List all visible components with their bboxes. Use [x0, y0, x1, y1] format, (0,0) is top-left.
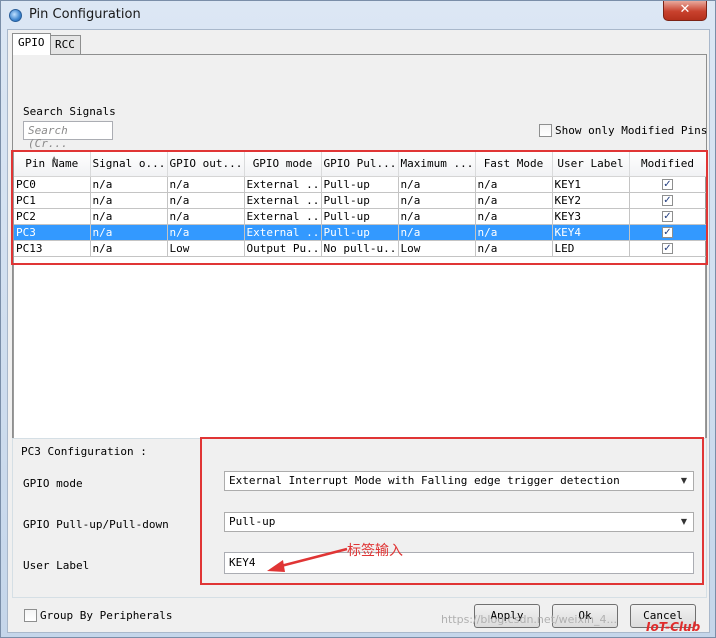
cell-gpio-mode: External ... [244, 192, 322, 209]
gpio-mode-label: GPIO mode [23, 477, 83, 490]
cell-gpio-pull: No pull-u... [321, 240, 399, 257]
cell-gpio-mode: Output Pu... [244, 240, 322, 257]
cell-signal: n/a [90, 240, 168, 257]
cell-gpio-output: Low [167, 240, 245, 257]
cell-gpio-pull: Pull-up [321, 176, 399, 193]
cell-fast-mode: n/a [475, 176, 553, 193]
app-icon [9, 9, 22, 22]
column-header-fast-mode[interactable]: Fast Mode [475, 152, 553, 177]
cell-gpio-output: n/a [167, 208, 245, 225]
cell-pin-name: PC3 [14, 224, 91, 241]
cell-pin-name: PC0 [14, 176, 91, 193]
title-bar[interactable]: Pin Configuration ✕ [1, 1, 715, 29]
cell-user-label: KEY3 [552, 208, 630, 225]
watermark: https://blog.csdn.net/weixin_4... [441, 613, 618, 626]
cell-gpio-pull: Pull-up [321, 224, 399, 241]
annotation-arrow-icon [267, 547, 348, 572]
pin-configuration-window: Pin Configuration ✕ GPIO RCC Search Sign… [0, 0, 716, 638]
cell-gpio-output: n/a [167, 176, 245, 193]
sort-ascending-icon: ▲ [52, 154, 57, 162]
cell-signal: n/a [90, 192, 168, 209]
show-only-modified-label: Show only Modified Pins [555, 124, 708, 137]
cell-gpio-mode: External ... [244, 176, 322, 193]
cell-fast-mode: n/a [475, 208, 553, 225]
column-header-maximum[interactable]: Maximum ... [398, 152, 476, 177]
search-input[interactable]: Search (Cr... [23, 121, 113, 150]
cell-gpio-pull: Pull-up [321, 192, 399, 209]
table-row[interactable]: PC2 n/a n/a External ... Pull-up n/a n/a… [14, 208, 707, 225]
pin-grid: ▲ Pin Name Signal o... GPIO out... GPIO m… [14, 152, 707, 257]
table-header-row: ▲ Pin Name Signal o... GPIO out... GPIO m… [14, 152, 707, 177]
gpio-tab-panel: Search Signals Search (Cr... Show only M… [11, 54, 708, 463]
column-header-gpio-output[interactable]: GPIO out... [167, 152, 245, 177]
tab-rcc[interactable]: RCC [49, 35, 81, 55]
cell-pin-name: PC1 [14, 192, 91, 209]
column-header-pin-name[interactable]: ▲ Pin Name [14, 152, 91, 177]
window-title: Pin Configuration [29, 7, 141, 22]
cell-user-label: KEY2 [552, 192, 630, 209]
column-header-signal[interactable]: Signal o... [90, 152, 168, 177]
cell-modified: ✓ [629, 224, 707, 241]
cell-maximum: Low [398, 240, 476, 257]
cell-maximum: n/a [398, 192, 476, 209]
table-row[interactable]: PC0 n/a n/a External ... Pull-up n/a n/a… [14, 176, 707, 193]
close-button[interactable]: ✕ [663, 1, 707, 21]
user-label-label: User Label [23, 559, 90, 572]
cell-maximum: n/a [398, 224, 476, 241]
gpio-pull-value: Pull-up [229, 515, 276, 528]
cell-user-label: LED [552, 240, 630, 257]
cell-gpio-pull: Pull-up [321, 208, 399, 225]
cell-fast-mode: n/a [475, 240, 553, 257]
cell-signal: n/a [90, 176, 168, 193]
cell-pin-name: PC2 [14, 208, 91, 225]
cell-maximum: n/a [398, 176, 476, 193]
cell-pin-name: PC13 [14, 240, 91, 257]
modified-checkbox[interactable]: ✓ [662, 211, 673, 222]
group-by-peripherals-label: Group By Peripherals [40, 609, 173, 622]
dialog-client-area: GPIO RCC Search Signals Search (Cr... Sh… [7, 29, 710, 633]
cell-maximum: n/a [398, 208, 476, 225]
modified-checkbox[interactable]: ✓ [662, 195, 673, 206]
modified-checkbox[interactable]: ✓ [662, 243, 673, 254]
dropdown-arrow-icon: ▼ [680, 476, 688, 485]
cell-modified: ✓ [629, 208, 707, 225]
cell-signal: n/a [90, 208, 168, 225]
iot-club-badge: IoT-Club [646, 620, 701, 634]
cell-fast-mode: n/a [475, 224, 553, 241]
column-header-gpio-pull[interactable]: GPIO Pul... [321, 152, 399, 177]
cell-gpio-mode: External ... [244, 208, 322, 225]
dropdown-arrow-icon: ▼ [680, 517, 688, 526]
gpio-pull-label: GPIO Pull-up/Pull-down [23, 518, 169, 531]
cell-gpio-mode: External ... [244, 224, 322, 241]
annotation-text: 标签输入 [347, 543, 403, 559]
gpio-mode-dropdown[interactable]: External Interrupt Mode with Falling edg… [224, 471, 694, 491]
cell-gpio-output: n/a [167, 192, 245, 209]
cell-gpio-output: n/a [167, 224, 245, 241]
modified-checkbox[interactable]: ✓ [662, 227, 673, 238]
config-title: PC3 Configuration : [21, 445, 147, 458]
pin-table[interactable]: ▲ Pin Name Signal o... GPIO out... GPIO m… [13, 151, 707, 463]
search-signals-label: Search Signals [23, 105, 116, 118]
column-header-user-label[interactable]: User Label [552, 152, 630, 177]
cell-modified: ✓ [629, 176, 707, 193]
cell-modified: ✓ [629, 240, 707, 257]
pin-configuration-group: PC3 Configuration : GPIO mode External I… [12, 437, 707, 598]
cell-user-label: KEY1 [552, 176, 630, 193]
gpio-mode-value: External Interrupt Mode with Falling edg… [229, 474, 620, 487]
cell-signal: n/a [90, 224, 168, 241]
cell-user-label: KEY4 [552, 224, 630, 241]
table-row[interactable]: PC1 n/a n/a External ... Pull-up n/a n/a… [14, 192, 707, 209]
show-only-modified-checkbox[interactable] [539, 124, 552, 137]
cell-fast-mode: n/a [475, 192, 553, 209]
cell-modified: ✓ [629, 192, 707, 209]
column-header-gpio-mode[interactable]: GPIO mode [244, 152, 322, 177]
gpio-pull-dropdown[interactable]: Pull-up ▼ [224, 512, 694, 532]
tab-gpio[interactable]: GPIO [12, 33, 51, 55]
table-row[interactable]: PC13 n/a Low Output Pu... No pull-u... L… [14, 240, 707, 257]
modified-checkbox[interactable]: ✓ [662, 179, 673, 190]
column-header-modified[interactable]: Modified [629, 152, 707, 177]
table-row-selected[interactable]: PC3 n/a n/a External ... Pull-up n/a n/a… [14, 224, 707, 241]
group-by-peripherals-checkbox[interactable] [24, 609, 37, 622]
